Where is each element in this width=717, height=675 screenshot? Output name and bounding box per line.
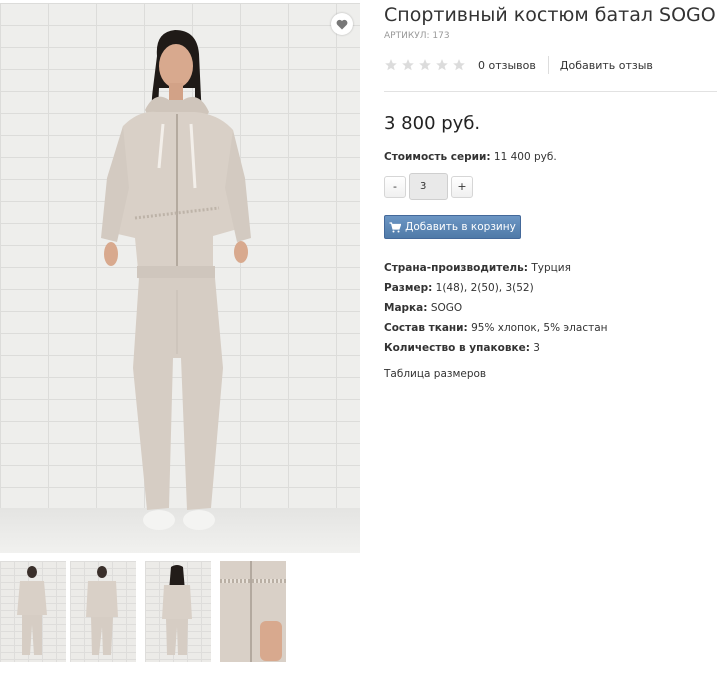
property-value: 95% хлопок, 5% эластан (471, 322, 608, 334)
property-label: Состав ткани: (384, 322, 468, 334)
series-price-value: 11 400 руб. (493, 151, 557, 163)
property-label: Количество в упаковке: (384, 342, 530, 354)
add-review-link[interactable]: Добавить отзыв (560, 59, 653, 72)
series-price: Стоимость серии: 11 400 руб. (384, 151, 557, 163)
rating-row: 0 отзывов Добавить отзыв (384, 55, 653, 75)
property-size: Размер: 1(48), 2(50), 3(52) (384, 281, 608, 301)
star-icon[interactable] (452, 58, 466, 72)
thumbnail-2[interactable] (70, 561, 136, 662)
property-value: Турция (531, 262, 571, 274)
product-properties: Страна-производитель: Турция Размер: 1(4… (384, 261, 608, 361)
property-value: 1(48), 2(50), 3(52) (435, 282, 534, 294)
heart-icon (336, 19, 348, 29)
qty-decrease-button[interactable]: - (384, 175, 406, 198)
divider (384, 91, 717, 92)
thumbnail-4[interactable] (220, 561, 286, 662)
rating-divider (547, 56, 549, 74)
sku-label: Артикул: (384, 31, 430, 41)
qty-increase-button[interactable]: + (451, 175, 473, 198)
product-sku: Артикул: 173 (384, 31, 450, 41)
thumbnail-1[interactable] (0, 561, 66, 662)
property-value: 3 (533, 342, 540, 354)
quantity-stepper: - + (384, 173, 473, 200)
star-icon[interactable] (435, 58, 449, 72)
product-price: 3 800 руб. (384, 113, 481, 134)
property-label: Размер: (384, 282, 433, 294)
product-title: Спортивный костюм батал SOGO (384, 4, 716, 26)
model-in-tracksuit (101, 30, 251, 530)
reviews-count[interactable]: 0 отзывов (478, 59, 536, 72)
cart-icon (389, 221, 402, 232)
star-icon[interactable] (384, 58, 398, 72)
property-label: Страна-производитель: (384, 262, 528, 274)
property-label: Марка: (384, 302, 428, 314)
add-to-cart-button[interactable]: Добавить в корзину (384, 215, 521, 239)
star-icon[interactable] (401, 58, 415, 72)
main-product-image[interactable] (0, 3, 360, 553)
property-value: SOGO (430, 302, 463, 314)
property-pack-quantity: Количество в упаковке: 3 (384, 341, 608, 361)
property-brand: Марка: SOGO (384, 301, 608, 321)
series-price-label: Стоимость серии: (384, 151, 491, 163)
property-fabric: Состав ткани: 95% хлопок, 5% эластан (384, 321, 608, 341)
quantity-input[interactable] (409, 173, 448, 200)
rating-stars[interactable] (384, 58, 466, 72)
add-to-cart-label: Добавить в корзину (405, 221, 516, 233)
sku-value: 173 (432, 31, 450, 41)
star-icon[interactable] (418, 58, 432, 72)
property-country: Страна-производитель: Турция (384, 261, 608, 281)
wishlist-button[interactable] (331, 13, 353, 35)
thumbnail-3[interactable] (145, 561, 211, 662)
size-table-link[interactable]: Таблица размеров (384, 368, 486, 380)
